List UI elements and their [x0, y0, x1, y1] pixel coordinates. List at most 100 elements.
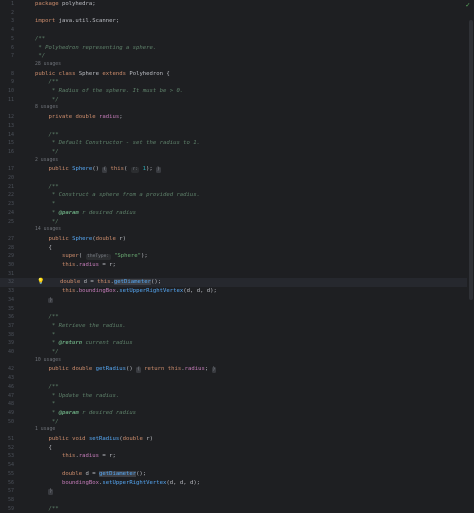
code-line[interactable]: 14 /**: [0, 131, 474, 140]
code-line[interactable]: 38 *: [0, 331, 474, 340]
code-line[interactable]: 55 double d = getDiameter();: [0, 470, 474, 479]
code-text[interactable]: }: [35, 296, 54, 305]
code-text[interactable]: public Sphere() { this( r: 1); }: [35, 165, 161, 174]
usages-hint[interactable]: 8 usages: [0, 104, 474, 113]
code-line[interactable]: 11 */: [0, 96, 474, 105]
usages-hint[interactable]: 28 usages: [0, 61, 474, 70]
code-line[interactable]: 49 * @param r desired radius: [0, 409, 474, 418]
usages-hint[interactable]: 14 usages: [0, 226, 474, 235]
usages-hint[interactable]: 2 usages: [0, 157, 474, 166]
code-line[interactable]: 42 public double getRadius() { return th…: [0, 365, 474, 374]
code-line[interactable]: 23 *: [0, 200, 474, 209]
code-text[interactable]: * Retrieve the radius.: [35, 322, 126, 331]
code-text[interactable]: public double getRadius() { return this.…: [35, 365, 217, 374]
usages-count[interactable]: 14 usages: [35, 226, 61, 235]
code-line[interactable]: 50 */: [0, 418, 474, 427]
code-text[interactable]: /**: [35, 183, 58, 192]
usages-hint[interactable]: 10 usages: [0, 357, 474, 366]
code-line[interactable]: 51 public void setRadius(double r): [0, 435, 474, 444]
code-text[interactable]: *: [35, 200, 55, 209]
code-line[interactable]: 9 /**: [0, 78, 474, 87]
code-text[interactable]: */: [35, 418, 59, 427]
code-line[interactable]: 46 /**: [0, 383, 474, 392]
code-text[interactable]: * @param r desired radius: [35, 209, 136, 218]
code-text[interactable]: /**: [35, 383, 58, 392]
code-text[interactable]: * @return current radius: [35, 339, 133, 348]
code-line[interactable]: 28 {: [0, 244, 474, 253]
code-text[interactable]: }: [35, 487, 54, 496]
lightbulb-icon[interactable]: 💡: [37, 278, 44, 287]
code-line[interactable]: 56 boundingBox.setUpperRightVertex(d, d,…: [0, 479, 474, 488]
vertical-scrollbar[interactable]: [467, 0, 474, 512]
code-line[interactable]: 30 this.radius = r;: [0, 261, 474, 270]
code-line[interactable]: 10 * Radius of the sphere. It must be > …: [0, 87, 474, 96]
code-text[interactable]: public class Sphere extends Polyhedron {: [35, 70, 170, 79]
code-text[interactable]: super( theType: "Sphere");: [35, 252, 148, 261]
code-text[interactable]: /**: [35, 313, 58, 322]
code-text[interactable]: * @param r desired radius: [35, 409, 136, 418]
code-line[interactable]: 7 */: [0, 52, 474, 61]
code-text[interactable]: this.radius = r;: [35, 261, 116, 270]
code-line[interactable]: 54: [0, 461, 474, 470]
code-line[interactable]: 43: [0, 374, 474, 383]
code-text[interactable]: package polyhedra;: [35, 0, 96, 9]
code-line[interactable]: 1 package polyhedra;: [0, 0, 474, 9]
code-line[interactable]: 3 import java.util.Scanner;: [0, 17, 474, 26]
code-line[interactable]: 47 * Update the radius.: [0, 392, 474, 401]
code-text[interactable]: boundingBox.setUpperRightVertex(d, d, d)…: [35, 479, 200, 488]
code-line[interactable]: 39 * @return current radius: [0, 339, 474, 348]
code-text[interactable]: /**: [35, 131, 58, 140]
code-text[interactable]: */: [35, 148, 59, 157]
code-line[interactable]: 4: [0, 26, 474, 35]
code-text[interactable]: * Default Constructor - set the radius t…: [35, 139, 200, 148]
code-text[interactable]: */: [35, 96, 59, 105]
code-line[interactable]: 27 public Sphere(double r): [0, 235, 474, 244]
code-text[interactable]: double d = this.getDiameter();: [60, 278, 161, 287]
code-line[interactable]: 29 super( theType: "Sphere");: [0, 252, 474, 261]
code-text[interactable]: * Polyhedron representing a sphere.: [35, 44, 156, 53]
code-text[interactable]: /**: [35, 78, 58, 87]
code-line[interactable]: 33 this.boundingBox.setUpperRightVertex(…: [0, 287, 474, 296]
code-text[interactable]: import java.util.Scanner;: [35, 17, 119, 26]
code-line[interactable]: 32 double d = this.getDiameter(); 💡: [0, 278, 474, 288]
usages-count[interactable]: 1 usage: [35, 426, 55, 435]
code-text[interactable]: public Sphere(double r): [35, 235, 126, 244]
code-line[interactable]: 22 * Construct a sphere from a provided …: [0, 191, 474, 200]
code-line[interactable]: 6 * Polyhedron representing a sphere.: [0, 44, 474, 53]
code-text[interactable]: this.radius = r;: [35, 452, 116, 461]
code-line[interactable]: 48 *: [0, 400, 474, 409]
code-line[interactable]: 16 */: [0, 148, 474, 157]
code-editor[interactable]: 1 package polyhedra; 2 3 import java.util.Sc…: [0, 0, 474, 512]
code-text[interactable]: this.boundingBox.setUpperRightVertex(d, …: [35, 287, 217, 296]
code-line[interactable]: 36 /**: [0, 313, 474, 322]
code-text[interactable]: */: [35, 348, 59, 357]
usages-count[interactable]: 8 usages: [35, 104, 58, 113]
code-line[interactable]: 25 */: [0, 218, 474, 227]
code-line[interactable]: 20: [0, 174, 474, 183]
code-text[interactable]: {: [35, 244, 51, 253]
code-line[interactable]: 13: [0, 122, 474, 131]
code-text[interactable]: * Update the radius.: [35, 392, 119, 401]
code-line[interactable]: 53 this.radius = r;: [0, 452, 474, 461]
code-line[interactable]: 40 */: [0, 348, 474, 357]
code-line[interactable]: 17 public Sphere() { this( r: 1); }: [0, 165, 474, 174]
code-line[interactable]: 35: [0, 305, 474, 314]
code-line[interactable]: 8 public class Sphere extends Polyhedron …: [0, 70, 474, 79]
code-text[interactable]: * Construct a sphere from a provided rad…: [35, 191, 200, 200]
usages-hint[interactable]: 1 usage: [0, 426, 474, 435]
code-line[interactable]: 15 * Default Constructor - set the radiu…: [0, 139, 474, 148]
code-line[interactable]: 24 * @param r desired radius: [0, 209, 474, 218]
code-area[interactable]: 1 package polyhedra; 2 3 import java.util.Sc…: [0, 0, 474, 512]
code-text[interactable]: /**: [35, 35, 45, 44]
code-line[interactable]: 12 private double radius;: [0, 113, 474, 122]
code-text[interactable]: {: [35, 444, 51, 453]
code-line[interactable]: 21 /**: [0, 183, 474, 192]
code-line[interactable]: 57 }: [0, 487, 474, 496]
code-line[interactable]: 52 {: [0, 444, 474, 453]
code-text[interactable]: public void setRadius(double r): [35, 435, 152, 444]
usages-count[interactable]: 10 usages: [35, 357, 61, 366]
code-text[interactable]: */: [35, 52, 45, 61]
code-text[interactable]: */: [35, 218, 59, 227]
checkmark-icon[interactable]: ✓: [466, 1, 470, 9]
code-text[interactable]: double d = getDiameter();: [35, 470, 146, 479]
